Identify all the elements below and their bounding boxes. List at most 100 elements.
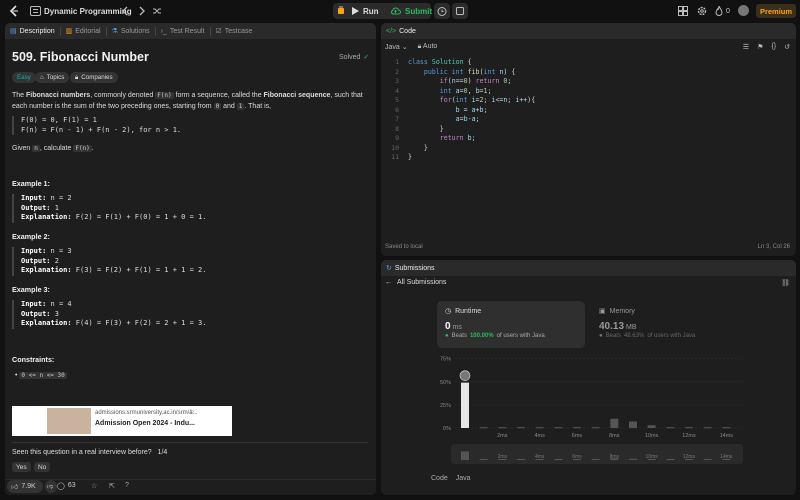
code-editor[interactable]: class Solution { public int fib(int n) {… [408, 58, 535, 163]
y-tick-label: 0% [443, 426, 451, 432]
streak-counter[interactable]: 0 [715, 6, 730, 16]
timer-button[interactable] [434, 3, 450, 19]
chart-bar [479, 427, 488, 429]
premium-button[interactable]: Premium [756, 4, 796, 18]
y-tick-label: 25% [440, 403, 451, 409]
leetcode-logo-icon[interactable] [9, 5, 19, 17]
problem-list-title[interactable]: Dynamic Programming [44, 7, 132, 16]
tab-editorial[interactable]: ▥ Editorial [61, 23, 106, 39]
example-3-title: Example 3: [12, 285, 50, 294]
tab-test-result[interactable]: ›_ Test Result [156, 23, 210, 39]
desc-text: form a sequence, called the [173, 92, 264, 99]
example-explanation: F(2) = F(1) + F(0) = 1 + 0 = 1. [75, 213, 207, 221]
run-button[interactable]: Run [352, 4, 379, 18]
input-label: Input: [21, 247, 47, 255]
chart-bar [517, 427, 525, 429]
link-icon[interactable]: ⛓︎ [781, 279, 790, 287]
memory-label-row: ▣ Memory [599, 307, 635, 316]
x-tick-label: 14ms [720, 433, 734, 439]
inline-code: n [32, 145, 40, 152]
chart-bar [461, 382, 469, 428]
submit-label: Submit [405, 6, 433, 16]
desc-text: , calculate [39, 145, 74, 152]
x-tick-label: 4ms [534, 433, 545, 439]
submissions-header: ↻ Submissions [381, 260, 796, 276]
tab-testcase[interactable]: ☑ Testcase [211, 23, 258, 39]
tab-code[interactable]: </> Code [381, 23, 421, 39]
play-icon [352, 7, 359, 15]
bookmark-icon[interactable]: ⚑ [757, 43, 763, 51]
language-label: Java [385, 43, 400, 51]
submit-button[interactable]: Submit [390, 4, 432, 18]
format-icon[interactable]: ☰ [743, 43, 749, 51]
help-icon[interactable]: ? [125, 482, 129, 489]
terminal-icon: ›_ [160, 27, 167, 35]
x-tick-label: 10ms [645, 433, 659, 439]
tab-description[interactable]: ▤ Description [5, 23, 60, 39]
output-label: Output: [21, 256, 51, 265]
runtime-label-row: ◷ Runtime [445, 307, 481, 316]
topics-label: Topics [46, 74, 65, 81]
dislike-button[interactable]: 👎︎ [45, 480, 57, 493]
difficulty-badge[interactable]: Easy [12, 72, 36, 83]
example-1-block: Input: n = 2 Output: 1 Explanation: F(2)… [12, 194, 206, 223]
input-label: Input: [21, 194, 47, 202]
gear-icon[interactable] [697, 6, 707, 16]
braces-icon[interactable]: {} [771, 43, 776, 51]
shuffle-icon[interactable] [152, 6, 162, 16]
language-select[interactable]: Java ⌄ [385, 43, 408, 51]
example-output: 2 [54, 256, 59, 265]
companies-label: Companies [81, 74, 113, 81]
user-avatar[interactable] [738, 5, 749, 16]
description-icon: ▤ [10, 28, 17, 35]
desc-text: Given [12, 145, 33, 152]
desc-bold: Fibonacci sequence [263, 92, 331, 99]
notes-button[interactable] [452, 3, 468, 19]
tab-test-result-label: Test Result [169, 27, 205, 35]
auto-mode[interactable]: 🔒︎ Auto [418, 43, 438, 51]
yes-button[interactable]: Yes [12, 462, 31, 472]
solved-status: Solved ✓ [339, 53, 369, 62]
runtime-card[interactable]: ◷ Runtime 0 ms ● Beats 100.00% of users with … [437, 301, 585, 348]
all-submissions-link[interactable]: ← All Submissions [385, 279, 446, 286]
problem-list-icon[interactable] [30, 6, 41, 16]
tab-submissions[interactable]: ↻ Submissions [381, 260, 440, 276]
example-input: n = 4 [50, 300, 72, 308]
range-tick-label: 8ms [610, 454, 620, 460]
solved-label: Solved [339, 53, 361, 61]
tab-code-label: Code [399, 27, 416, 35]
like-button[interactable]: 👍︎ 7.9K [7, 480, 43, 493]
ad-info-icon[interactable]: ▷ [190, 408, 195, 415]
layout-grid-icon[interactable] [678, 6, 688, 16]
chevron-left-icon[interactable] [121, 6, 130, 16]
interview-question-text: Seen this question in a real interview b… [12, 449, 152, 456]
ad-banner[interactable]: admissions.srmuniversity.ac.in/srm/a... … [12, 406, 232, 436]
flask-icon: ⚗ [111, 28, 118, 35]
debug-icon[interactable] [337, 6, 345, 15]
line-number: 3 [395, 77, 399, 85]
comments-button[interactable]: ◯ 63 [57, 482, 76, 490]
memory-card[interactable]: ▣ Memory 40.13 MB ● Beats 48.63% of users wit… [591, 301, 739, 348]
topics-chip[interactable]: ⌂ Topics [35, 72, 70, 83]
comment-icon: ◯ [57, 483, 65, 490]
runtime-distribution-chart[interactable]: 75% 50% 25% 0% 2ms 4ms 6ms 8ms 10ms 12ms 14ms 2ms 4m… [421, 348, 746, 478]
tab-solutions[interactable]: ⚗ Solutions [107, 23, 155, 39]
star-icon[interactable]: ☆ [91, 482, 97, 490]
range-tick-label: 2ms [498, 454, 508, 460]
output-label: Output: [21, 203, 51, 212]
share-icon[interactable]: ⇱ [109, 482, 115, 490]
companies-chip[interactable]: 🔒︎ Companies [70, 72, 118, 83]
reset-icon[interactable]: ↺ [784, 43, 790, 51]
given-text: Given n, calculate F(n). [12, 143, 372, 154]
divider [12, 442, 368, 443]
chevron-right-icon[interactable] [137, 6, 146, 16]
ad-title: Admission Open 2024 - Indu... [95, 420, 195, 427]
no-button[interactable]: No [34, 462, 51, 472]
desc-text: . That is, [244, 103, 272, 110]
arrow-left-icon: ← [385, 279, 392, 286]
example-3-block: Input: n = 4 Output: 3 Explanation: F(4)… [12, 300, 206, 329]
range-tick-label: 4ms [535, 454, 545, 460]
line-number: 6 [395, 105, 399, 114]
history-icon: ↻ [386, 265, 392, 272]
save-status: Saved to local [385, 244, 423, 250]
